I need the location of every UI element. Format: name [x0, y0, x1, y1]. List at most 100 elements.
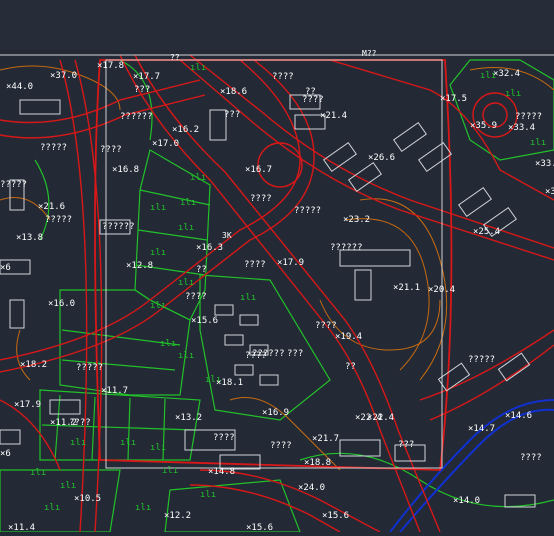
elevation-label: ×18.8: [304, 458, 331, 468]
tree-symbol: ılı: [190, 63, 206, 73]
elevation-label: ×23.2: [343, 215, 370, 225]
elevation-label: ×15.6: [322, 511, 349, 521]
elevation-label: ×33.1: [535, 159, 554, 169]
elevation-label: ×16.0: [48, 299, 75, 309]
elevation-label: ×17.9: [14, 400, 41, 410]
drawing-canvas[interactable]: ılı ılı ılı ılı ılı ılı ılı ılı ılı ılı ılı ılı ılı ı…: [0, 49, 554, 533]
annotation-label: ????: [69, 418, 91, 428]
annotation-label: ??????: [102, 222, 135, 232]
elevation-label: ×16.9: [262, 408, 289, 418]
annotation-label: ????: [520, 453, 542, 463]
annotation-label: ??: [196, 265, 207, 275]
elevation-label: ×6: [0, 449, 11, 459]
tree-symbol: ılı: [240, 293, 256, 303]
elevation-label: ×18.1: [216, 378, 243, 388]
tree-symbol: ılı: [135, 503, 151, 513]
elevation-label: ×21.7: [312, 434, 339, 444]
elevation-label: ×16.7: [245, 165, 272, 175]
elevation-label: ×15.6: [246, 523, 273, 532]
elevation-label: ×26.6: [368, 153, 395, 163]
elevation-label: ×37.0: [50, 71, 77, 81]
annotation-label: ????: [213, 433, 235, 443]
elevation-label: ×14.8: [208, 467, 235, 477]
annotation-label: ???: [134, 85, 150, 95]
annotation-label: ?????: [76, 363, 103, 373]
elevation-label: ×11.7: [101, 386, 128, 396]
annotation-label: ????: [244, 260, 266, 270]
annotation-label: ?????: [45, 215, 72, 225]
annotation-label: ????: [270, 441, 292, 451]
elevation-label: ×21.4: [320, 111, 347, 121]
elevation-label: ×13.8: [16, 233, 43, 243]
annotation-label: ????: [100, 145, 122, 155]
tree-symbol: ılı: [178, 278, 194, 288]
toolbar: [0, 0, 554, 51]
annotation-label: ????: [185, 292, 207, 302]
elevation-label: ×24.0: [298, 483, 325, 493]
annotation-label: ???: [224, 110, 240, 120]
elevation-label: ×15.6: [191, 316, 218, 326]
tree-symbol: ılı: [505, 89, 521, 99]
tree-symbol: ılı: [44, 503, 60, 513]
elevation-label: ×22.4: [367, 413, 394, 423]
elevation-label: ×14.0: [453, 496, 480, 506]
elevation-label: ×19.4: [335, 332, 362, 342]
elevation-label: ×14.6: [505, 411, 532, 421]
elevation-label: ×17.8: [97, 61, 124, 71]
tree-symbol: ılı: [178, 223, 194, 233]
tree-symbol: ılı: [150, 248, 166, 258]
annotation-label: ?????: [515, 112, 542, 122]
tree-symbol: ılı: [70, 438, 86, 448]
annotation-label: ????: [315, 321, 337, 331]
elevation-label: ×14.7: [468, 424, 495, 434]
elevation-label: ×12.2: [164, 511, 191, 521]
tree-symbol: ılı: [120, 438, 136, 448]
elevation-label: ×17.9: [277, 258, 304, 268]
elevation-label: ×10.5: [74, 494, 101, 504]
elevation-label: ×6: [0, 263, 11, 273]
tree-symbol: ılı: [150, 301, 166, 311]
annotation-label: ??????: [120, 112, 153, 122]
tree-symbol: ılı: [530, 138, 546, 148]
elevation-label: ×17.5: [440, 94, 467, 104]
small-label: ЗК: [222, 231, 232, 240]
elevation-label: ×25.4: [473, 227, 500, 237]
elevation-label: ×17.7: [133, 72, 160, 82]
elevation-label: ×35.9: [470, 121, 497, 131]
elevation-label: ×17.0: [152, 139, 179, 149]
annotation-label: ?????: [294, 206, 321, 216]
elevation-label: ×16.2: [172, 125, 199, 135]
small-label: М??: [362, 50, 377, 58]
tree-symbol: ılı: [190, 173, 206, 183]
tree-symbol: ılı: [150, 443, 166, 453]
annotation-label: ??: [345, 362, 356, 372]
elevation-label: ×44.0: [6, 82, 33, 92]
annotation-label: ??????: [330, 243, 363, 253]
tree-symbol: ılı: [200, 490, 216, 500]
tree-symbol: ılı: [178, 351, 194, 361]
tree-symbol: ılı: [30, 468, 46, 478]
elevation-label: ×21.6: [38, 202, 65, 212]
small-label: ??: [170, 53, 180, 62]
elevation-label: ×18.6: [220, 87, 247, 97]
tree-symbol: ılı: [150, 203, 166, 213]
annotation-label: ?????: [40, 143, 67, 153]
elevation-label: ×33.4: [508, 123, 535, 133]
elevation-label: ×20.4: [428, 285, 455, 295]
elevation-label: ×16.8: [112, 165, 139, 175]
annotation-label: ????: [245, 351, 267, 361]
elevation-label: ×3: [545, 187, 554, 197]
tree-symbol: ılı: [162, 466, 178, 476]
annotation-label: ?????: [0, 180, 27, 190]
elevation-label: ×13.2: [175, 413, 202, 423]
elevation-label: ×11.4: [8, 523, 35, 532]
annotation-label: ????: [250, 194, 272, 204]
elevation-label: ×12.8: [126, 261, 153, 271]
tree-symbol: ılı: [60, 481, 76, 491]
tree-symbol: ılı: [160, 339, 176, 349]
elevation-label: ×16.3: [196, 243, 223, 253]
cad-drawing[interactable]: ılı ılı ılı ılı ılı ılı ılı ılı ılı ılı ılı ılı ılı ı…: [0, 49, 554, 533]
tree-symbol: ılı: [180, 198, 196, 208]
elevation-label: ×21.1: [393, 283, 420, 293]
elevation-label: ×32.4: [493, 69, 520, 79]
